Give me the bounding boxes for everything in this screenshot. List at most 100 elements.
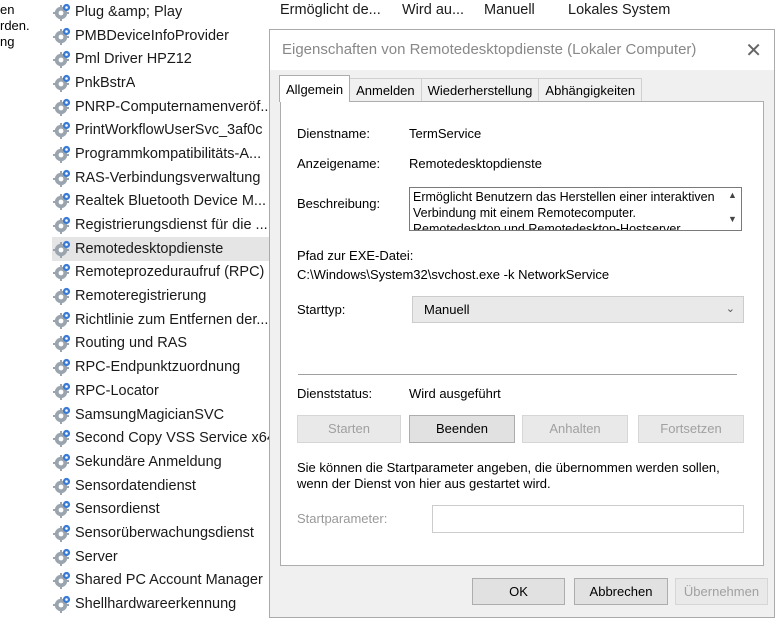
service-gear-icon [52, 405, 72, 425]
general-tab-panel: Dienstname: TermService Anzeigename: Rem… [280, 101, 764, 566]
service-row[interactable]: Sekundäre Anmeldung [52, 450, 270, 474]
left-fragment: en [0, 2, 15, 17]
service-gear-icon [52, 357, 72, 377]
start-type-label: Starttyp: [297, 302, 346, 317]
close-icon[interactable]: ✕ [745, 38, 762, 63]
service-row[interactable]: Sensordienst [52, 497, 270, 521]
service-row[interactable]: Sensordatendienst [52, 474, 270, 498]
service-name: Registrierungsdienst für die ... [75, 217, 268, 234]
start-button[interactable]: Starten [297, 415, 401, 443]
service-name: Shared PC Account Manager [75, 572, 263, 589]
stop-button[interactable]: Beenden [409, 415, 515, 443]
services-list[interactable]: Plug &amp; Play PMBDeviceInfoProvider Pm… [52, 0, 270, 616]
service-row[interactable]: Second Copy VSS Service x64 [52, 426, 270, 450]
service-row[interactable]: RAS-Verbindungsverwaltung [52, 166, 270, 190]
service-name: RAS-Verbindungsverwaltung [75, 169, 261, 186]
service-gear-icon [52, 120, 72, 140]
tab-wiederherstellung[interactable]: Wiederherstellung [420, 78, 540, 101]
service-name: PnkBstrA [75, 74, 136, 91]
service-name-label: Dienstname: [297, 126, 370, 141]
display-name-label: Anzeigename: [297, 156, 381, 171]
cancel-button[interactable]: Abbrechen [574, 578, 668, 605]
service-row[interactable]: Shared PC Account Manager [52, 569, 270, 593]
display-name-value: Remotedesktopdienste [409, 156, 542, 171]
service-name: Programmkompatibilitäts-A... [75, 145, 262, 162]
service-name: Routing und RAS [75, 335, 188, 352]
service-row[interactable]: PnkBstrA [52, 71, 270, 95]
service-row[interactable]: Remotedesktopdienste [52, 236, 270, 261]
service-name: Plug &amp; Play [75, 3, 183, 20]
service-row[interactable]: Plug &amp; Play [52, 0, 270, 24]
service-row[interactable]: Programmkompatibilitäts-A... [52, 142, 270, 166]
service-gear-icon [52, 523, 72, 543]
service-row[interactable]: Sensorüberwachungsdienst [52, 521, 270, 545]
tab-allgemein[interactable]: Allgemein [279, 75, 351, 102]
service-status-label: Dienststatus: [297, 386, 373, 401]
divider [298, 374, 737, 375]
service-row[interactable]: PNRP-Computernamenveröf... [52, 95, 270, 119]
apply-button[interactable]: Übernehmen [675, 578, 768, 605]
service-row[interactable]: SamsungMagicianSVC [52, 403, 270, 427]
service-name: Sekundäre Anmeldung [75, 453, 222, 470]
column-start-type-cell: Manuell [484, 2, 535, 18]
service-gear-icon [52, 144, 72, 164]
start-parameters-input[interactable] [432, 505, 744, 533]
description-scrollbar[interactable]: ▲ ▼ [724, 188, 741, 230]
exe-path-value: C:\Windows\System32\svchost.exe -k Netwo… [297, 267, 610, 282]
service-status-value: Wird ausgeführt [409, 386, 501, 401]
service-gear-icon [52, 2, 72, 22]
dialog-title: Eigenschaften von Remotedesktopdienste (… [282, 41, 697, 58]
ok-button[interactable]: OK [472, 578, 565, 605]
description-field[interactable]: Ermöglicht Benutzern das Herstellen eine… [409, 187, 742, 231]
service-row[interactable]: Server [52, 545, 270, 569]
scroll-down-icon[interactable]: ▼ [728, 214, 737, 224]
column-status-cell: Wird au... [402, 2, 465, 18]
service-name: Shellhardwareerkennung [75, 596, 237, 613]
service-gear-icon [52, 547, 72, 567]
service-row[interactable]: Routing und RAS [52, 332, 270, 356]
service-row[interactable]: RPC-Endpunktzuordnung [52, 355, 270, 379]
exe-path-label: Pfad zur EXE-Datei: [297, 248, 414, 263]
service-row[interactable]: RPC-Locator [52, 379, 270, 403]
start-parameters-info: Sie können die Startparameter angeben, d… [297, 460, 720, 491]
service-gear-icon [52, 73, 72, 93]
service-name: PNRP-Computernamenveröf... [75, 98, 270, 115]
left-fragment: rden. [0, 18, 30, 33]
tab-anmelden[interactable]: Anmelden [349, 78, 422, 101]
service-row[interactable]: Richtlinie zum Entfernen der... [52, 308, 270, 332]
tab-abhaengigkeiten[interactable]: Abhängigkeiten [538, 78, 643, 101]
service-row[interactable]: Realtek Bluetooth Device M... [52, 190, 270, 214]
service-name: Pml Driver HPZ12 [75, 51, 192, 68]
service-name: Realtek Bluetooth Device M... [75, 193, 267, 210]
start-type-value: Manuell [424, 302, 470, 317]
service-row[interactable]: Remoteregistrierung [52, 284, 270, 308]
column-log-on-as-cell: Lokales System [568, 2, 671, 18]
left-fragment: ng [0, 34, 15, 49]
description-text: Ermöglicht Benutzern das Herstellen eine… [413, 190, 715, 231]
service-row[interactable]: PMBDeviceInfoProvider [52, 24, 270, 48]
service-name: RPC-Endpunktzuordnung [75, 359, 241, 376]
service-name-value: TermService [409, 126, 482, 141]
service-row[interactable]: PrintWorkflowUserSvc_3af0c [52, 118, 270, 142]
service-gear-icon [52, 476, 72, 496]
resume-button[interactable]: Fortsetzen [638, 415, 744, 443]
service-gear-icon [52, 215, 72, 235]
service-gear-icon [52, 381, 72, 401]
start-parameters-label: Startparameter: [297, 511, 388, 526]
service-row[interactable]: Registrierungsdienst für die ... [52, 213, 270, 237]
service-gear-icon [52, 26, 72, 46]
pause-button[interactable]: Anhalten [522, 415, 628, 443]
service-name: PMBDeviceInfoProvider [75, 27, 229, 44]
scroll-up-icon[interactable]: ▲ [728, 190, 737, 200]
service-name: PrintWorkflowUserSvc_3af0c [75, 122, 263, 139]
service-gear-icon [52, 168, 72, 188]
start-type-select[interactable]: Manuell ⌄ [412, 296, 744, 323]
service-row[interactable]: Pml Driver HPZ12 [52, 47, 270, 71]
service-name: Second Copy VSS Service x64 [75, 430, 270, 447]
service-gear-icon [52, 570, 72, 590]
service-row[interactable]: Remoteprozeduraufruf (RPC) [52, 261, 270, 285]
service-name: Remoteprozeduraufruf (RPC) [75, 264, 265, 281]
service-name: Sensordatendienst [75, 477, 196, 494]
service-row[interactable]: Shellhardwareerkennung [52, 592, 270, 616]
service-gear-icon [52, 191, 72, 211]
